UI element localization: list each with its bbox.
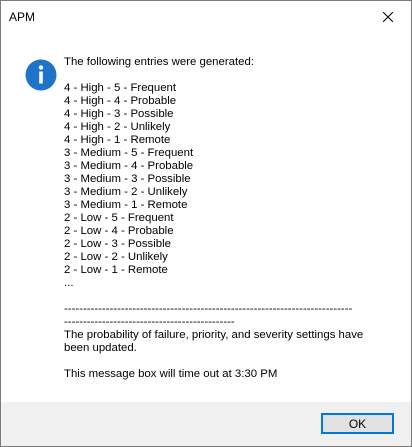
message-area: The following entries were generated: 4 -…: [1, 33, 411, 402]
information-icon: [25, 59, 57, 91]
message-line: been updated.: [64, 342, 137, 354]
message-line: 4 - High - 5 - Frequent: [64, 82, 177, 94]
message-line: 4 - High - 3 - Possible: [64, 108, 174, 120]
message-line: ----------------------------------------…: [64, 303, 353, 315]
message-line: 2 - Low - 2 - Unlikely: [64, 251, 168, 263]
message-line: 4 - High - 2 - Unlikely: [64, 121, 171, 133]
message-line: 2 - Low - 1 - Remote: [64, 264, 168, 276]
ok-button[interactable]: OK: [321, 413, 394, 434]
message-line: 4 - High - 4 - Probable: [64, 95, 177, 107]
message-line: [64, 355, 394, 368]
message-line: The following entries were generated:: [64, 56, 254, 68]
message-line: 3 - Medium - 1 - Remote: [64, 199, 188, 211]
message-line: The probability of failure, priority, an…: [64, 329, 364, 341]
message-line: 3 - Medium - 4 - Probable: [64, 160, 194, 172]
window-title: APM: [9, 10, 36, 24]
message-line: 4 - High - 1 - Remote: [64, 134, 171, 146]
close-button[interactable]: [365, 1, 411, 33]
message-text: The following entries were generated: 4 -…: [64, 56, 394, 381]
message-line: ----------------------------------------…: [64, 316, 235, 328]
close-icon: [383, 12, 393, 22]
message-line: 3 - Medium - 2 - Unlikely: [64, 186, 188, 198]
message-line: 2 - Low - 4 - Probable: [64, 225, 174, 237]
message-line: 3 - Medium - 3 - Possible: [64, 173, 191, 185]
button-bar: OK: [1, 402, 411, 446]
message-line: 2 - Low - 5 - Frequent: [64, 212, 174, 224]
message-line: 3 - Medium - 5 - Frequent: [64, 147, 194, 159]
message-box-window: APM The following entries were generated…: [0, 0, 412, 447]
message-line: This message box will time out at 3:30 P…: [64, 368, 278, 380]
title-bar[interactable]: APM: [1, 1, 411, 33]
message-line: 2 - Low - 3 - Possible: [64, 238, 171, 250]
message-line: ...: [64, 277, 74, 289]
message-line: [64, 69, 394, 82]
message-line: [64, 290, 394, 303]
